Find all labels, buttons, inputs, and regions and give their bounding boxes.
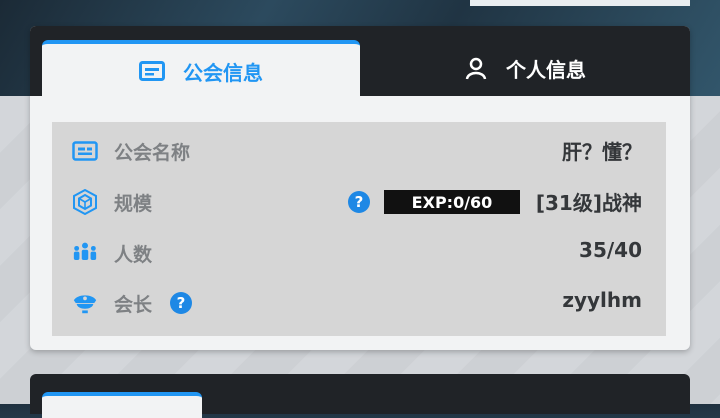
id-card-icon: [139, 61, 165, 81]
people-group-icon: [72, 242, 98, 264]
tab-personal-info-label: 个人信息: [506, 57, 586, 82]
guild-leader-value: zyylhm: [562, 288, 642, 312]
tab-personal-info[interactable]: 个人信息: [360, 40, 690, 96]
guild-name-value: 肝？懂？: [562, 140, 642, 164]
question-icon[interactable]: ?: [348, 191, 370, 213]
row-guild-name: 公会名称 肝？懂？: [52, 126, 666, 176]
secondary-card: [30, 374, 690, 418]
background-highlight: [470, 0, 690, 6]
exp-progress-bar: EXP:0/60: [384, 190, 520, 214]
tab-bar: 公会信息 个人信息: [30, 26, 690, 98]
guild-scale-value: [31级]战神: [535, 191, 642, 215]
member-count-value: 35/40: [579, 238, 642, 262]
guild-name-label: 公会名称: [114, 142, 191, 164]
exp-text: EXP:0/60: [411, 192, 493, 212]
person-icon: [464, 56, 488, 80]
tab-guild-info[interactable]: 公会信息: [42, 40, 360, 98]
member-count-label: 人数: [114, 244, 153, 266]
guild-info-card: 公会信息 个人信息 公会名称 肝？懂？ 规模 ? EXP:0/60 [31级]战…: [30, 26, 690, 350]
guild-scale-label: 规模: [114, 193, 153, 215]
guild-info-panel: 公会名称 肝？懂？ 规模 ? EXP:0/60 [31级]战神 人数 35/40…: [52, 122, 666, 336]
row-guild-leader: 会长 ? zyylhm: [52, 278, 666, 328]
row-member-count: 人数 35/40: [52, 228, 666, 278]
secondary-card-tab[interactable]: [42, 392, 202, 418]
row-guild-scale: 规模 ? EXP:0/60 [31级]战神: [52, 177, 666, 227]
cube-icon: [72, 189, 98, 215]
guild-leader-label: 会长: [114, 294, 153, 316]
tab-guild-info-label: 公会信息: [183, 60, 263, 85]
id-card-icon: [72, 140, 98, 162]
question-icon[interactable]: ?: [170, 292, 192, 314]
captain-hat-icon: [72, 292, 98, 314]
